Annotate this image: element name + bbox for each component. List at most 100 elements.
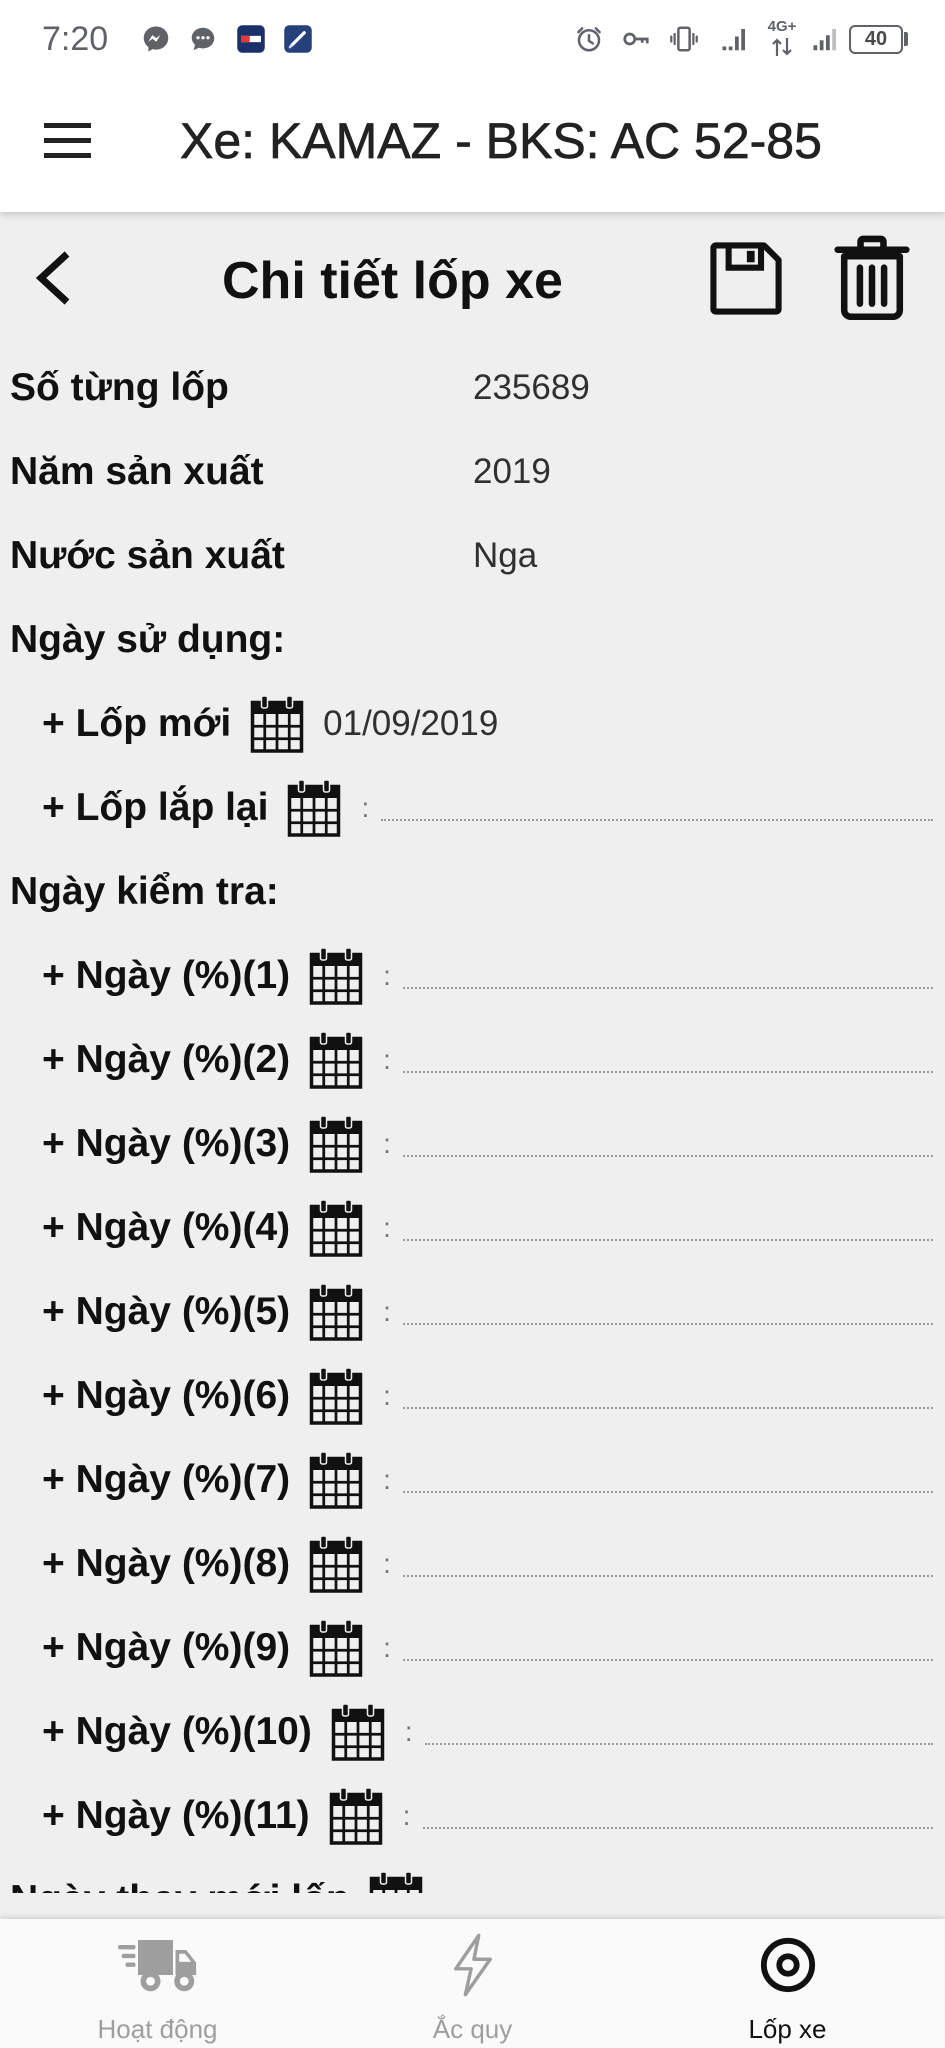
inspection-date-label: + Ngày (%)(1) [42,954,291,997]
new-tire-date-label: + Lốp mới [42,702,232,745]
inspection-date-field[interactable]: : [383,1354,933,1438]
empty-date-marker: : [383,1212,391,1243]
dotted-underline [424,1743,933,1745]
network-type-label: 4G+ [767,18,797,35]
dotted-underline [422,1827,933,1829]
calendar-icon[interactable] [306,1282,366,1342]
inspection-date-field[interactable]: : [383,1522,933,1606]
inspection-date-field[interactable]: : [383,1018,933,1102]
alarm-icon [577,27,601,52]
inspection-date-row: + Ngày (%)(10) : [0,1690,945,1774]
usage-dates-heading-row: Ngày sử dụng: [0,598,945,682]
inspection-date-label: + Ngày (%)(9) [42,1626,291,1669]
messenger-icon [143,26,169,52]
empty-date-marker: : [404,1716,413,1747]
inspection-date-field[interactable]: : [383,1186,933,1270]
inspection-date-field[interactable]: : [383,1102,933,1186]
inspection-date-row: + Ngày (%)(2) : [0,1018,945,1102]
dotted-underline [403,987,933,989]
inspection-date-row: + Ngày (%)(11) : [0,1774,945,1858]
tire-detail-screen[interactable]: Chi tiết lốp xe Số từng lốp 235689 Năm s… [0,212,945,1893]
calendar-icon[interactable] [306,1198,366,1258]
status-time: 7:20 [42,20,109,58]
manufacture-country-value[interactable]: Nga [473,514,537,598]
app-notification-icon [237,25,265,53]
calendar-icon[interactable] [306,1114,366,1174]
calendar-icon[interactable] [247,694,307,754]
manufacture-year-row: Năm sản xuất 2019 [0,430,945,514]
menu-bar [44,123,91,128]
calendar-icon[interactable] [284,778,344,838]
menu-icon[interactable] [36,110,100,174]
empty-date-marker: : [383,1464,391,1495]
back-arrow-icon[interactable] [33,248,73,308]
key-icon [623,32,649,46]
battery-icon: 40 [849,25,903,54]
inspection-date-label: + Ngày (%)(10) [42,1710,312,1753]
calendar-icon[interactable] [366,1870,426,1893]
inspection-date-row: + Ngày (%)(3) : [0,1102,945,1186]
signal-icon [813,29,836,51]
calendar-icon[interactable] [306,946,366,1006]
empty-date-marker: : [383,1548,391,1579]
reinstalled-tire-date-label: + Lốp lắp lại [42,786,269,829]
inspection-date-field[interactable]: : [405,1690,933,1774]
inspection-date-field[interactable]: : [403,1774,933,1858]
empty-date-marker: : [383,1044,391,1075]
inspection-date-label: + Ngày (%)(6) [42,1374,291,1417]
inspection-date-field[interactable]: : [383,1270,933,1354]
nav-item-battery[interactable]: Ắc quy [315,1919,630,2048]
inspection-date-label: + Ngày (%)(2) [42,1038,291,1081]
calendar-icon[interactable] [306,1030,366,1090]
manufacture-country-row: Nước sản xuất Nga [0,514,945,598]
inspection-date-label: + Ngày (%)(7) [42,1458,291,1501]
calendar-icon[interactable] [306,1618,366,1678]
dotted-underline [403,1407,933,1409]
usage-dates-heading: Ngày sử dụng: [10,618,286,661]
manufacture-year-label: Năm sản xuất [10,450,264,493]
calendar-icon[interactable] [306,1450,366,1510]
manufacture-country-label: Nước sản xuất [10,534,285,577]
calendar-icon[interactable] [328,1702,388,1762]
dotted-underline [381,819,933,821]
trash-icon[interactable] [832,235,912,320]
dotted-underline [403,1155,933,1157]
nav-label-tires: Lốp xe [748,2014,827,2044]
nav-item-activity[interactable]: Hoạt động [0,1919,315,2048]
manufacture-year-value[interactable]: 2019 [473,430,551,514]
nav-item-tires[interactable]: Lốp xe [630,1919,945,2048]
dotted-underline [403,1071,933,1073]
page-title: Chi tiết lốp xe [222,252,563,310]
inspection-dates-heading-row: Ngày kiểm tra: [0,850,945,934]
calendar-icon[interactable] [306,1534,366,1594]
inspection-date-row: + Ngày (%)(5) : [0,1270,945,1354]
replacement-date-row: Ngày thay mới lốp [0,1858,945,1893]
empty-date-marker: : [383,1632,391,1663]
dotted-underline [403,1323,933,1325]
pen-app-icon [284,25,312,53]
chat-icon [191,27,215,51]
empty-date-marker: : [361,792,370,823]
tire-number-value[interactable]: 235689 [473,346,590,430]
reinstalled-tire-date-field[interactable]: : [361,766,933,850]
empty-date-marker: : [383,1380,391,1411]
save-icon[interactable] [705,238,786,319]
inspection-date-row: + Ngày (%)(6) : [0,1354,945,1438]
inspection-date-row: + Ngày (%)(8) : [0,1522,945,1606]
calendar-icon[interactable] [306,1366,366,1426]
empty-date-marker: : [383,1128,391,1159]
vibrate-icon [670,26,698,52]
inspection-date-label: + Ngày (%)(3) [42,1122,291,1165]
tire-number-row: Số từng lốp 235689 [0,346,945,430]
inspection-date-field[interactable]: : [383,934,933,1018]
inspection-date-field[interactable]: : [383,1438,933,1522]
battery-nub [904,32,908,46]
network-indicator: 4G+ [764,18,800,60]
new-tire-date-value[interactable]: 01/09/2019 [323,682,498,766]
status-bar: 7:20 4G+ 40 [0,0,945,78]
inspection-date-row: + Ngày (%)(1) : [0,934,945,1018]
calendar-icon[interactable] [326,1786,386,1846]
dotted-underline [403,1575,933,1577]
inspection-date-field[interactable]: : [383,1606,933,1690]
nav-label-activity: Hoạt động [97,2014,218,2044]
